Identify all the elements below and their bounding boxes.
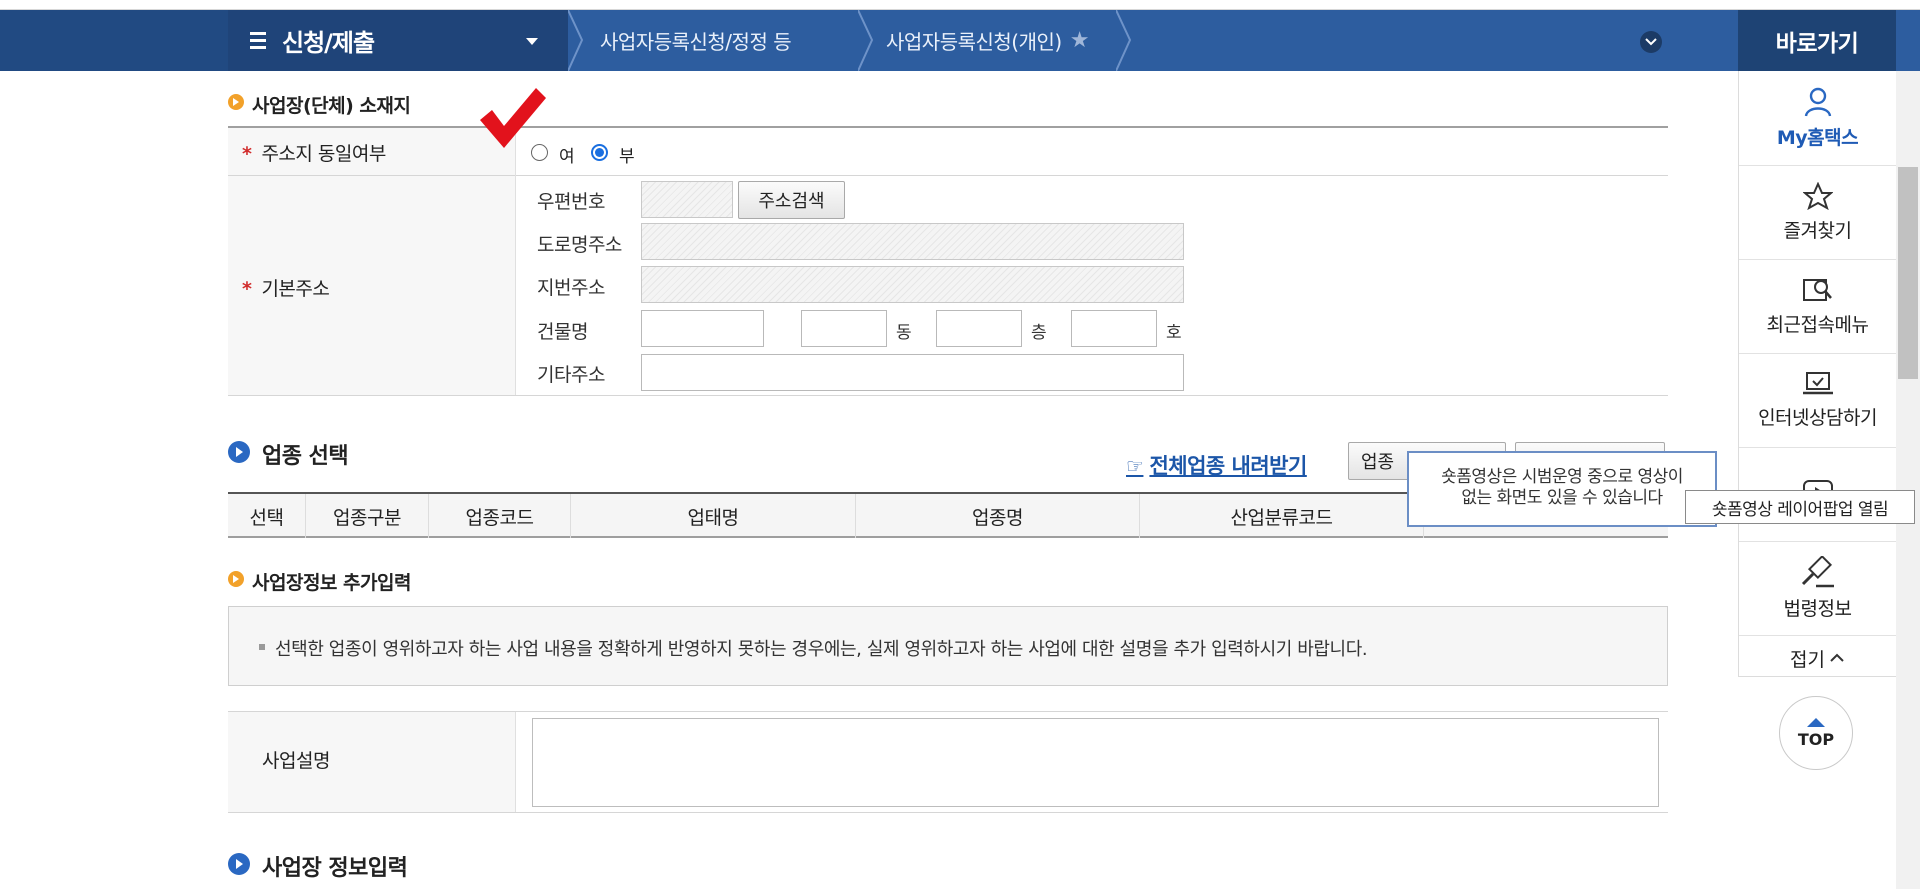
room-number-field[interactable] [1071,310,1157,347]
quick-item-label: 인터넷상담하기 [1758,407,1877,429]
business-desc-label: 사업설명 [262,750,330,772]
column-divider [515,128,516,395]
breadcrumb-label: 사업자등록신청/정정 등 [600,30,792,54]
fold-label: 접기 [1790,648,1825,671]
quick-menu-panel: My홈택스 즐겨찾기 최근접속메뉴 인터넷상담하기 법령정보 접기 [1738,71,1896,677]
column-header: 선택 [228,494,306,538]
section-bullet-icon [228,853,250,875]
postal-code-field [641,181,733,218]
person-icon [1804,87,1831,116]
nav-left-area [0,10,228,71]
extra-info-section-title: 사업장정보 추가입력 [252,572,411,594]
location-section-title: 사업장(단체) 소재지 [252,95,411,117]
breadcrumb-separator-icon [858,10,874,71]
quick-item-internet-consult[interactable]: 인터넷상담하기 [1739,354,1896,448]
section-bullet-icon [228,441,250,463]
notice-box: 선택한 업종이 영위하고자 하는 사업 내용을 정확하게 반영하지 못하는 경우… [228,606,1668,686]
short-video-tooltip: 숏폼영상은 시범운영 중으로 영상이 없는 화면도 있을 수 있습니다 [1407,451,1717,527]
section-bullet-icon [228,94,244,110]
recent-search-icon [1802,279,1832,301]
quick-item-favorites[interactable]: 즐겨찾기 [1739,166,1896,260]
quick-item-law-info[interactable]: 법령정보 [1739,542,1896,636]
building-name-field[interactable] [641,310,764,347]
floor-field[interactable] [936,310,1022,347]
lot-address-field [641,266,1184,303]
column-header: 업종구분 [306,494,429,538]
caret-down-icon [526,38,538,45]
bullet-square-icon [259,644,265,650]
breadcrumb-item-1[interactable]: 사업자등록신청/정정 등 [600,10,792,71]
ho-unit-label: 호 [1166,323,1182,343]
dong-unit-label: 동 [896,323,912,343]
road-address-field [641,223,1184,260]
same-address-yes-label: 여 [559,147,575,167]
favorite-star-icon[interactable]: ★ [1070,28,1090,53]
quick-item-label: 법령정보 [1783,598,1852,620]
pointing-hand-icon: ☞ [1126,454,1144,478]
quick-item-label: My홈택스 [1776,126,1859,149]
floor-unit-label: 층 [1031,323,1047,343]
breadcrumb-separator-icon [1116,10,1132,71]
gavel-icon [1801,556,1834,588]
table-bottom-border [228,812,1668,813]
tooltip-line-2: 없는 화면도 있을 수 있습니다 [1461,488,1663,508]
breadcrumb-separator-icon [568,10,584,71]
column-divider [515,712,516,812]
business-desc-textarea[interactable] [532,718,1659,807]
scroll-top-button[interactable]: TOP [1779,696,1853,770]
breadcrumb-item-2[interactable]: 사업자등록신청(개인) ★ [886,10,1089,71]
lot-address-label: 지번주소 [537,277,605,299]
base-address-text: 기본주소 [261,278,330,300]
chevron-up-icon [1830,653,1844,662]
same-address-text: 주소지 동일여부 [261,143,386,165]
same-address-label: * 주소지 동일여부 [242,143,386,165]
star-outline-icon [1802,182,1833,210]
building-dong-field[interactable] [801,310,887,347]
business-info-section-title: 사업장 정보입력 [262,856,408,881]
building-name-label: 건물명 [537,321,588,343]
page-scrollbar-thumb[interactable] [1898,167,1918,379]
tooltip-line-1: 숏폼영상은 시범운영 중으로 영상이 [1441,467,1683,487]
column-header: 업종명 [856,494,1140,538]
column-header: 업태명 [571,494,856,538]
column-header: 업종코드 [429,494,571,538]
hamburger-icon [250,32,266,49]
top-navigation-bar: 신청/제출 사업자등록신청/정정 등 사업자등록신청(개인) ★ 바로가기 [0,10,1920,71]
menu-title: 신청/제출 [282,29,375,57]
red-checkmark-icon [480,88,546,148]
laptop-check-icon [1802,372,1833,395]
postal-code-label: 우편번호 [537,191,605,213]
quick-menu-title: 바로가기 [1738,10,1896,71]
address-search-button[interactable]: 주소검색 [738,181,845,219]
table-bottom-border [228,395,1668,396]
arrow-up-icon [1807,717,1825,727]
top-label: TOP [1797,729,1835,749]
quick-item-label: 즐겨찾기 [1783,220,1852,242]
quick-item-recent-menu[interactable]: 최근접속메뉴 [1739,260,1896,354]
main-menu-dropdown[interactable]: 신청/제출 [228,10,568,71]
base-address-label: * 기본주소 [242,278,330,300]
column-header: 산업분류코드 [1140,494,1424,538]
etc-address-field[interactable] [641,354,1184,391]
same-address-no-label: 부 [619,147,635,167]
breadcrumb-label: 사업자등록신청(개인) [886,30,1062,54]
notice-text: 선택한 업종이 영위하고자 하는 사업 내용을 정확하게 반영하지 못하는 경우… [275,639,1368,660]
browser-top-line [0,0,1920,10]
download-all-industries-link[interactable]: ☞ 전체업종 내려받기 [1126,450,1307,480]
quick-item-my-hometax[interactable]: My홈택스 [1739,71,1896,166]
download-link-label: 전체업종 내려받기 [1149,454,1307,478]
section-bullet-icon [228,571,244,587]
industry-section-title: 업종 선택 [262,444,349,469]
quick-item-label: 최근접속메뉴 [1766,314,1869,336]
short-video-hover-tooltip: 숏폼영상 레이어팝업 열림 [1685,490,1915,524]
same-address-no-radio[interactable] [591,144,608,161]
etc-address-label: 기타주소 [537,364,605,386]
quick-panel-fold-button[interactable]: 접기 [1739,636,1896,680]
road-address-label: 도로명주소 [537,234,622,256]
expand-chevron-icon[interactable] [1640,31,1662,53]
